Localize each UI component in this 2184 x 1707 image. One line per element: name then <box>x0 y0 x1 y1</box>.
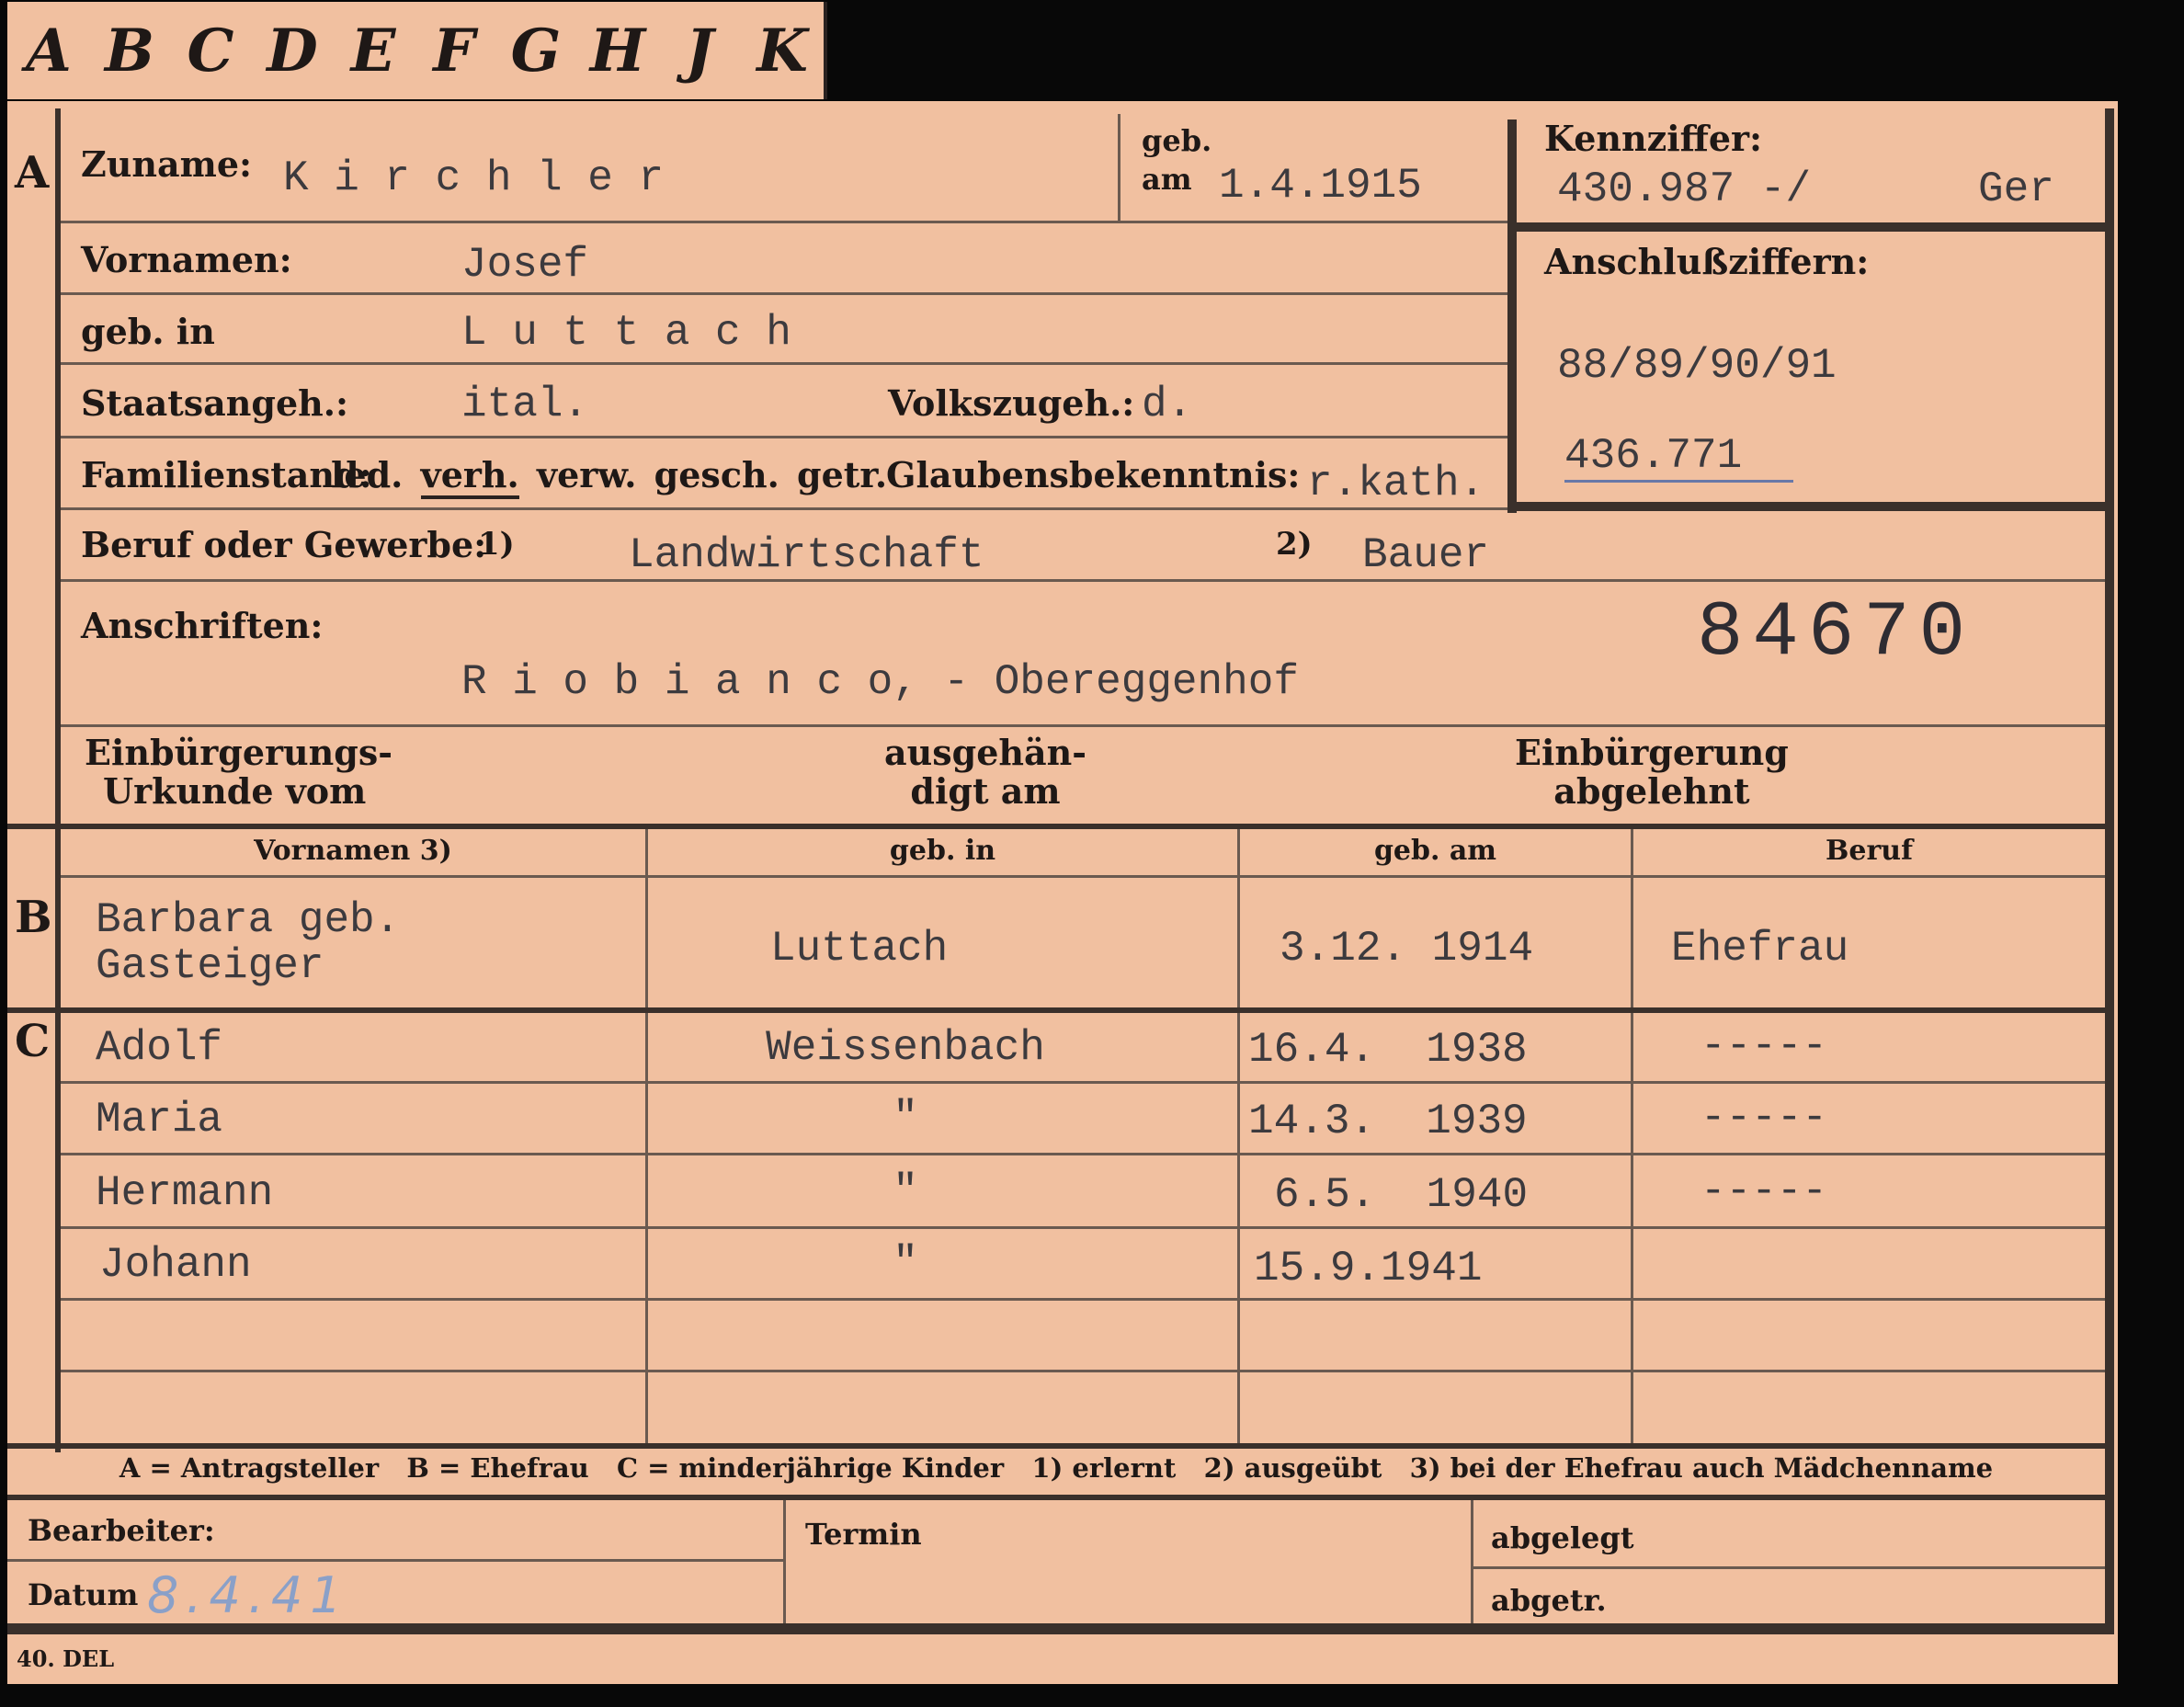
index-tab-f[interactable]: F <box>414 2 498 99</box>
child-birth-date: 6.5. 1940 <box>1274 1171 1529 1219</box>
naturalization-certificate-label-line1: Einbürgerungs- <box>85 732 393 773</box>
first-names-label: Vornamen: <box>81 239 292 280</box>
birth-date-label-line2: am <box>1142 162 1192 197</box>
occupation-practiced-value: Bauer <box>1362 531 1490 579</box>
index-tab-b[interactable]: B <box>90 2 173 99</box>
connected-numbers-value: 88/89/90/91 <box>1557 342 1837 390</box>
index-tab-g[interactable]: G <box>495 2 581 99</box>
child-name: Hermann <box>96 1169 274 1217</box>
religion-value: r.kath. <box>1307 460 1485 507</box>
table-header-birthplace: geb. in <box>889 835 996 867</box>
table-header-birth-date: geb. am <box>1373 835 1497 867</box>
marital-option-getr: getr. <box>797 454 888 495</box>
index-tab-j[interactable]: J <box>658 2 745 99</box>
date-handwritten: 8.4.41 <box>147 1566 349 1624</box>
surname-label: Zuname: <box>81 143 253 185</box>
child-occupation: ----- <box>1701 1022 1828 1070</box>
naturalization-rejected-label-line2: abgelehnt <box>1553 770 1750 812</box>
child-occupation: ----- <box>1701 1167 1828 1215</box>
spouse-birth-date: 3.12. 1914 <box>1280 925 1534 973</box>
birthplace-value: L u t t a c h <box>461 309 791 357</box>
handed-over-label-line1: ausgehän- <box>884 732 1087 773</box>
child-birthplace: Weissenbach <box>766 1024 1045 1072</box>
section-letter-b: B <box>15 892 52 943</box>
child-name: Johann <box>99 1241 252 1289</box>
first-names-value: Josef <box>461 241 589 289</box>
surname-value: K i r c h l e r <box>283 154 665 202</box>
editor-label: Bearbeiter: <box>28 1513 215 1548</box>
section-letter-a: A <box>15 147 50 199</box>
spouse-name: Barbara geb. Gasteiger <box>96 897 400 989</box>
marital-option-verw: verw. <box>537 454 637 495</box>
connected-numbers-value-2: 436.771 <box>1564 432 1794 483</box>
child-birthplace: " <box>893 1167 918 1215</box>
spouse-occupation: Ehefrau <box>1671 925 1849 973</box>
address-value: R i o b i a n c o, - Obereggenhof <box>461 658 1299 706</box>
print-code: 40. DEL <box>17 1645 115 1672</box>
handed-over-label: ausgehän- digt am <box>884 734 1086 811</box>
spouse-maiden-name: Gasteiger <box>96 942 324 990</box>
index-tab-d[interactable]: D <box>252 2 336 99</box>
child-birthplace: " <box>893 1239 918 1287</box>
child-birth-date: 16.4. 1938 <box>1248 1026 1528 1074</box>
occupation-note-2: 2) <box>1276 526 1313 563</box>
marital-status-label: Familienstand: <box>81 454 372 495</box>
removed-label: abgetr. <box>1491 1583 1607 1618</box>
child-birthplace: " <box>893 1094 918 1142</box>
child-name: Adolf <box>96 1024 223 1072</box>
child-birth-date: 15.9.1941 <box>1254 1245 1483 1292</box>
birth-date-value: 1.4.1915 <box>1219 162 1422 210</box>
citizenship-label: Staatsangeh.: <box>81 382 349 424</box>
address-label: Anschriften: <box>81 605 324 646</box>
reference-number-value: 430.987 -/ <box>1557 165 1812 213</box>
occupation-learned-value: Landwirtschaft <box>629 531 984 579</box>
handed-over-label-line2: digt am <box>910 770 1061 812</box>
date-label: Datum <box>28 1577 139 1612</box>
filed-label: abgelegt <box>1491 1520 1634 1555</box>
deadline-label: Termin <box>805 1517 922 1552</box>
naturalization-rejected-label-line1: Einbürgerung <box>1515 732 1789 773</box>
marital-option-led: led. <box>331 454 404 495</box>
index-tab-h[interactable]: H <box>577 2 662 99</box>
marital-option-gesch: gesch. <box>654 454 779 495</box>
stamp-number: 84670 <box>1697 590 1975 677</box>
table-header-occupation: Beruf <box>1826 835 1913 867</box>
birth-date-label-line1: geb. <box>1142 123 1212 158</box>
registration-card: A B C Zuname: K i r c h l e r geb. am 1.… <box>7 101 2118 1684</box>
table-header-first-names: Vornamen 3) <box>254 835 452 867</box>
marital-status-options: led. verh. verw. gesch. getr. <box>331 454 888 499</box>
child-name: Maria <box>96 1096 223 1144</box>
marital-option-verh: verh. <box>420 454 519 499</box>
occupation-label: Beruf oder Gewerbe: <box>81 524 487 565</box>
reference-number-suffix: Ger <box>1978 165 2054 213</box>
connected-numbers-label: Anschlußziffern: <box>1544 241 1870 282</box>
index-tab-c[interactable]: C <box>169 2 256 99</box>
child-birth-date: 14.3. 1939 <box>1248 1098 1528 1145</box>
naturalization-certificate-label: Einbürgerungs- Urkunde vom <box>85 734 392 811</box>
child-occupation: ----- <box>1701 1094 1828 1142</box>
index-tab-k[interactable]: K <box>741 2 827 99</box>
naturalization-rejected-label: Einbürgerung abgelehnt <box>1515 734 1789 811</box>
reference-number-label: Kennziffer: <box>1544 118 1763 159</box>
index-tab-e[interactable]: E <box>333 2 417 99</box>
index-tab-a[interactable]: A <box>7 2 94 99</box>
section-letter-c: C <box>15 1016 51 1067</box>
ethnicity-label: Volkszugeh.: <box>888 382 1135 424</box>
naturalization-certificate-label-line2: Urkunde vom <box>103 770 367 812</box>
ethnicity-value: d. <box>1142 381 1193 428</box>
citizenship-value: ital. <box>461 381 589 428</box>
religion-label: Glaubensbekenntnis: <box>886 454 1301 495</box>
birthplace-label: geb. in <box>81 311 215 352</box>
spouse-birthplace: Luttach <box>770 925 949 973</box>
legend: A = Antragsteller B = Ehefrau C = minder… <box>119 1452 1994 1484</box>
occupation-note-1: 1) <box>478 526 515 563</box>
spouse-name-line1: Barbara geb. <box>96 896 401 944</box>
